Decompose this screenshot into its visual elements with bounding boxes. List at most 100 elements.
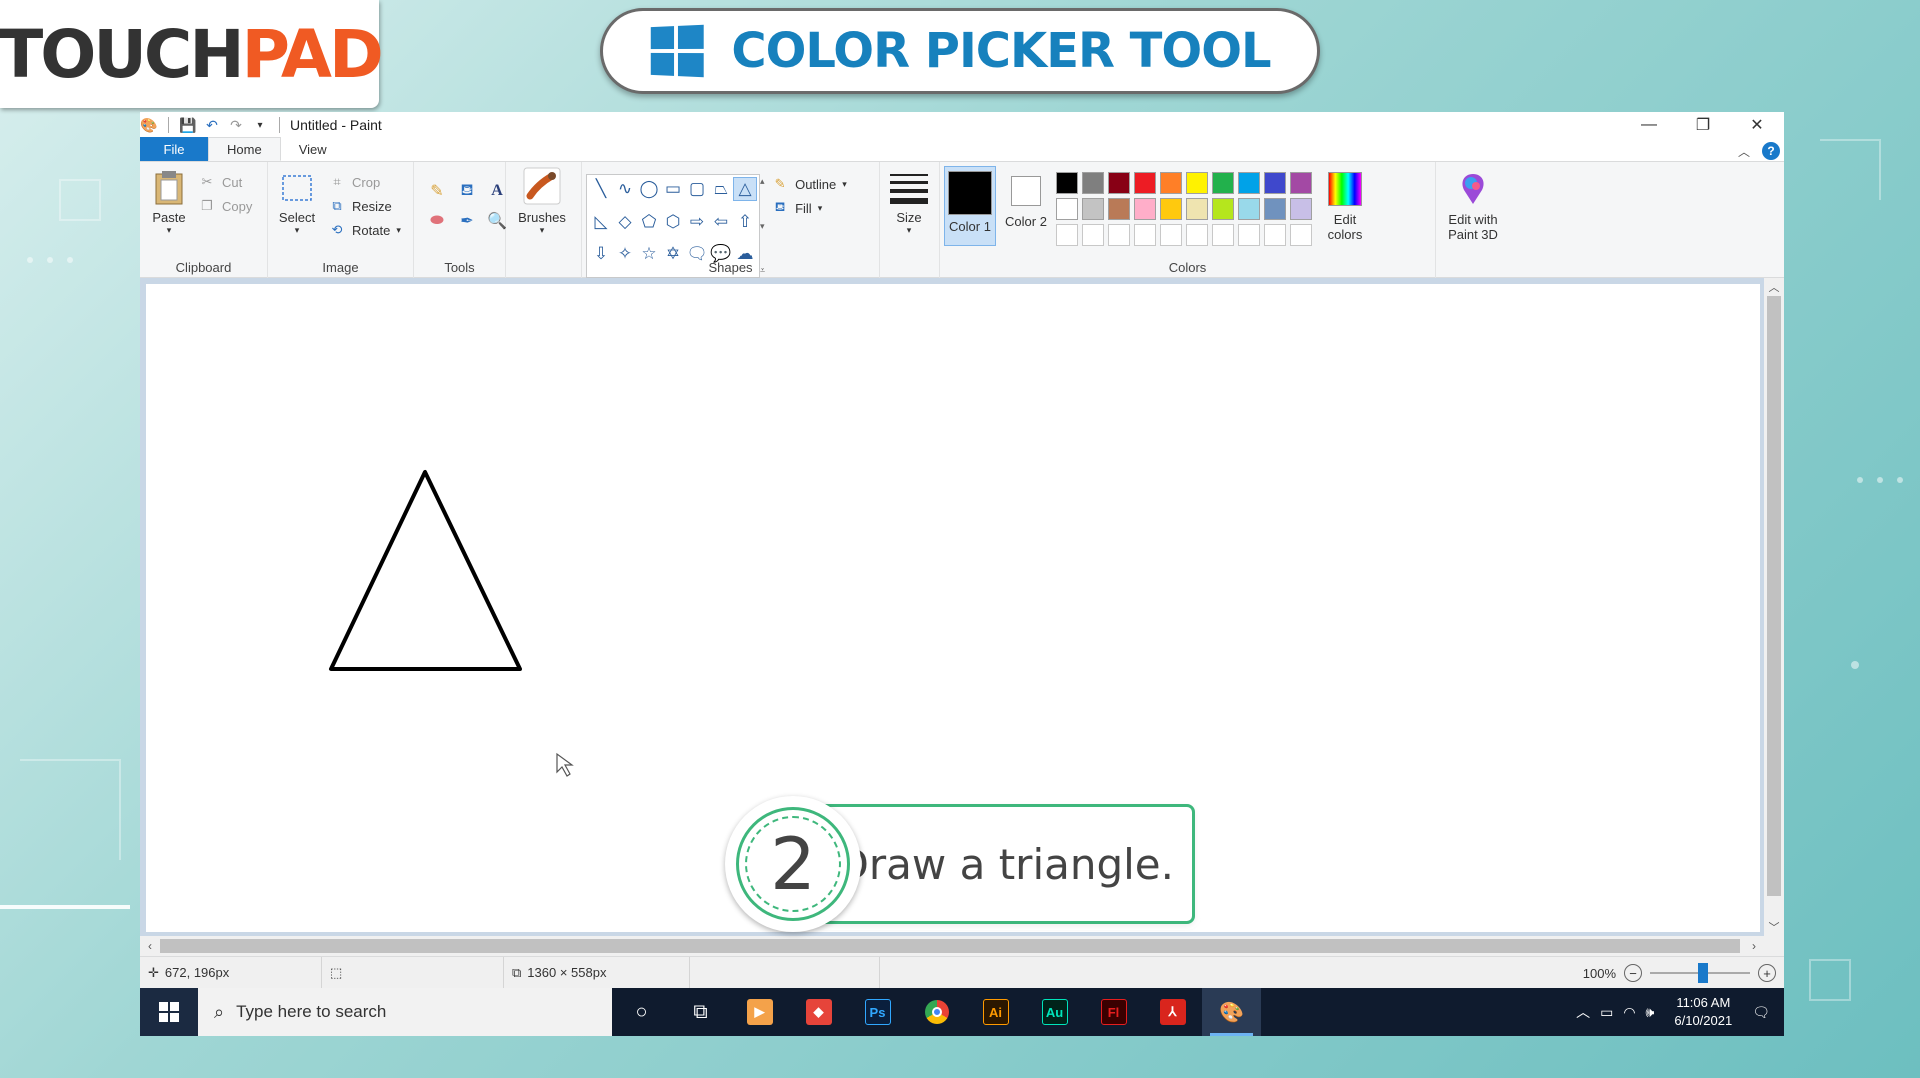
minimize-button[interactable]: — [1622,112,1676,138]
palette-swatch[interactable] [1134,224,1156,246]
start-button[interactable] [140,988,198,1036]
restore-button[interactable]: ❐ [1676,112,1730,138]
horizontal-scrollbar[interactable]: ‹ › [140,936,1784,956]
palette-swatch[interactable] [1056,172,1078,194]
media-player-icon[interactable]: ▶ [730,988,789,1036]
palette-swatch[interactable] [1134,198,1156,220]
task-view-icon[interactable]: ⧉ [671,988,730,1036]
left-arrow-shape-icon[interactable]: ⇦ [709,210,733,234]
edit-colors-button[interactable]: Edit colors [1316,166,1374,246]
right-triangle-shape-icon[interactable]: ◺ [589,210,613,234]
paint-taskbar-icon[interactable]: 🎨 [1202,988,1261,1036]
curve-shape-icon[interactable]: ∿ [613,177,637,201]
hexagon-shape-icon[interactable]: ⬡ [661,210,685,234]
volume-icon[interactable]: 🕪 [1646,1004,1655,1021]
eraser-icon[interactable]: ⬬ [424,208,450,234]
palette-swatch[interactable] [1264,198,1286,220]
action-center-icon[interactable]: 🗨 [1752,1004,1770,1021]
redo-icon[interactable]: ↷ [227,116,245,134]
line-shape-icon[interactable]: ╲ [589,177,613,201]
battery-icon[interactable]: ▭ [1600,1004,1613,1021]
palette-swatch[interactable] [1108,198,1130,220]
tab-file[interactable]: File [140,137,208,161]
scroll-up-arrow-icon[interactable]: ︿ [1764,278,1784,296]
zoom-slider[interactable] [1650,963,1750,983]
palette-swatch[interactable] [1186,198,1208,220]
scroll-down-arrow-icon[interactable]: ﹀ [1764,918,1784,936]
photoshop-icon[interactable]: Ps [848,988,907,1036]
palette-swatch[interactable] [1238,198,1260,220]
palette-swatch[interactable] [1264,172,1286,194]
zoom-slider-knob[interactable] [1698,963,1708,983]
outline-button[interactable]: ✎ Outline ▾ [771,172,847,196]
fill-bucket-icon[interactable]: ⛾ [454,178,480,204]
palette-swatch[interactable] [1082,224,1104,246]
audition-icon[interactable]: Au [1025,988,1084,1036]
palette-swatch[interactable] [1290,172,1312,194]
zoom-in-icon[interactable]: + [1758,964,1776,982]
scroll-left-arrow-icon[interactable]: ‹ [140,936,160,956]
color-picker-icon[interactable]: ✒ [454,208,480,234]
up-arrow-shape-icon[interactable]: ⇧ [733,210,757,234]
crop-button[interactable]: ⌗ Crop [328,170,401,194]
tab-home[interactable]: Home [208,137,281,161]
polygon-shape-icon[interactable]: ⏢ [709,177,733,201]
palette-swatch[interactable] [1082,172,1104,194]
acrobat-icon[interactable]: ⅄ [1143,988,1202,1036]
palette-swatch[interactable] [1082,198,1104,220]
show-hidden-icons-icon[interactable]: ︿ [1576,1002,1590,1022]
fill-button[interactable]: ⛾ Fill ▾ [771,196,847,220]
vertical-scroll-thumb[interactable] [1767,296,1781,896]
copy-button[interactable]: ❐ Copy [198,194,252,218]
chrome-icon[interactable] [907,988,966,1036]
palette-swatch[interactable] [1290,198,1312,220]
brushes-button[interactable]: Brushes ▾ [510,166,574,236]
anydesk-icon[interactable]: ◆ [789,988,848,1036]
palette-swatch[interactable] [1290,224,1312,246]
cortana-icon[interactable]: ○ [612,988,671,1036]
right-arrow-shape-icon[interactable]: ⇨ [685,210,709,234]
palette-swatch[interactable] [1108,224,1130,246]
palette-swatch[interactable] [1160,224,1182,246]
rounded-rectangle-shape-icon[interactable]: ▢ [685,177,709,201]
palette-swatch[interactable] [1264,224,1286,246]
palette-swatch[interactable] [1134,172,1156,194]
palette-swatch[interactable] [1212,198,1234,220]
palette-swatch[interactable] [1238,224,1260,246]
color2-button[interactable]: Color 2 [1000,166,1052,246]
palette-swatch[interactable] [1212,224,1234,246]
undo-icon[interactable]: ↶ [203,116,221,134]
edit-with-paint3d-button[interactable]: Edit with Paint 3D [1440,166,1506,246]
resize-button[interactable]: ⧉ Resize [328,194,401,218]
palette-swatch[interactable] [1056,198,1078,220]
triangle-shape-icon[interactable]: △ [733,177,757,201]
save-icon[interactable]: 💾 [179,116,197,134]
oval-shape-icon[interactable]: ◯ [637,177,661,201]
illustrator-icon[interactable]: Ai [966,988,1025,1036]
horizontal-scroll-thumb[interactable] [160,939,1740,953]
customize-toolbar-icon[interactable]: ▾ [251,116,269,134]
diamond-shape-icon[interactable]: ◇ [613,210,637,234]
taskbar-search[interactable]: ⌕ Type here to search [198,988,612,1036]
help-icon[interactable]: ? [1762,142,1780,160]
palette-swatch[interactable] [1212,172,1234,194]
close-button[interactable]: ✕ [1730,112,1784,138]
rectangle-shape-icon[interactable]: ▭ [661,177,685,201]
vertical-scrollbar[interactable]: ︿ ﹀ [1764,278,1784,936]
color1-button[interactable]: Color 1 [944,166,996,246]
scroll-right-arrow-icon[interactable]: › [1744,936,1764,956]
size-button[interactable]: Size ▾ [884,166,934,236]
palette-swatch[interactable] [1160,172,1182,194]
pencil-icon[interactable]: ✎ [424,178,450,204]
palette-swatch[interactable] [1186,224,1208,246]
palette-swatch[interactable] [1056,224,1078,246]
palette-swatch[interactable] [1238,172,1260,194]
wifi-icon[interactable]: ◠ [1623,1004,1635,1021]
pentagon-shape-icon[interactable]: ⬠ [637,210,661,234]
tab-view[interactable]: View [281,137,345,161]
rotate-button[interactable]: ⟲ Rotate ▾ [328,218,401,242]
palette-swatch[interactable] [1160,198,1182,220]
flash-icon[interactable]: Fl [1084,988,1143,1036]
collapse-ribbon-icon[interactable]: ︿ [1738,143,1750,160]
palette-swatch[interactable] [1186,172,1208,194]
